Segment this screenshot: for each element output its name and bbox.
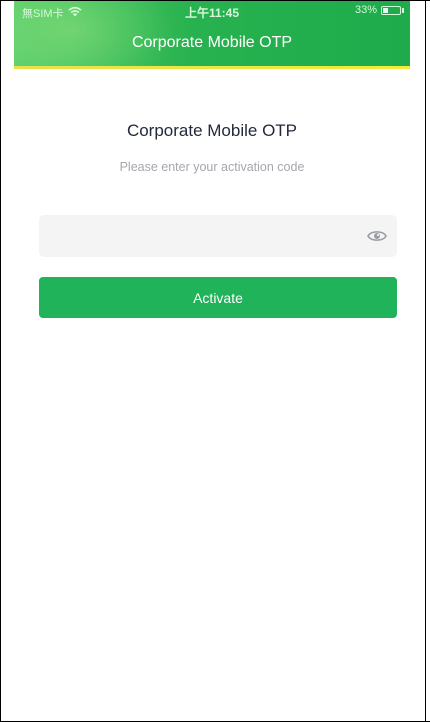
activation-code-input[interactable]: [39, 215, 349, 257]
screenshot-frame-right-edge: [425, 0, 426, 722]
battery-percent: 33%: [354, 4, 377, 16]
eye-icon[interactable]: [367, 227, 387, 245]
activate-button[interactable]: Activate: [39, 277, 397, 318]
page-subtitle: Please enter your activation code: [119, 160, 305, 174]
status-right: 33%: [355, 4, 404, 16]
battery-icon: [381, 5, 401, 15]
header-accent-line: [14, 66, 410, 69]
status-bar: 無SIM卡 上午11:45 33%: [14, 0, 410, 22]
battery-tip: [402, 7, 404, 13]
activation-code-field: [39, 215, 397, 257]
status-time: 上午11:45: [184, 6, 240, 20]
app-screen: 無SIM卡 上午11:45 33% Corporate Mobile OTP C…: [14, 0, 410, 722]
battery-level-fill: [383, 7, 388, 13]
app-header: 無SIM卡 上午11:45 33% Corporate Mobile OTP: [14, 0, 410, 66]
page-title: Corporate Mobile OTP: [126, 121, 298, 140]
header-title: Corporate Mobile OTP: [131, 34, 293, 51]
